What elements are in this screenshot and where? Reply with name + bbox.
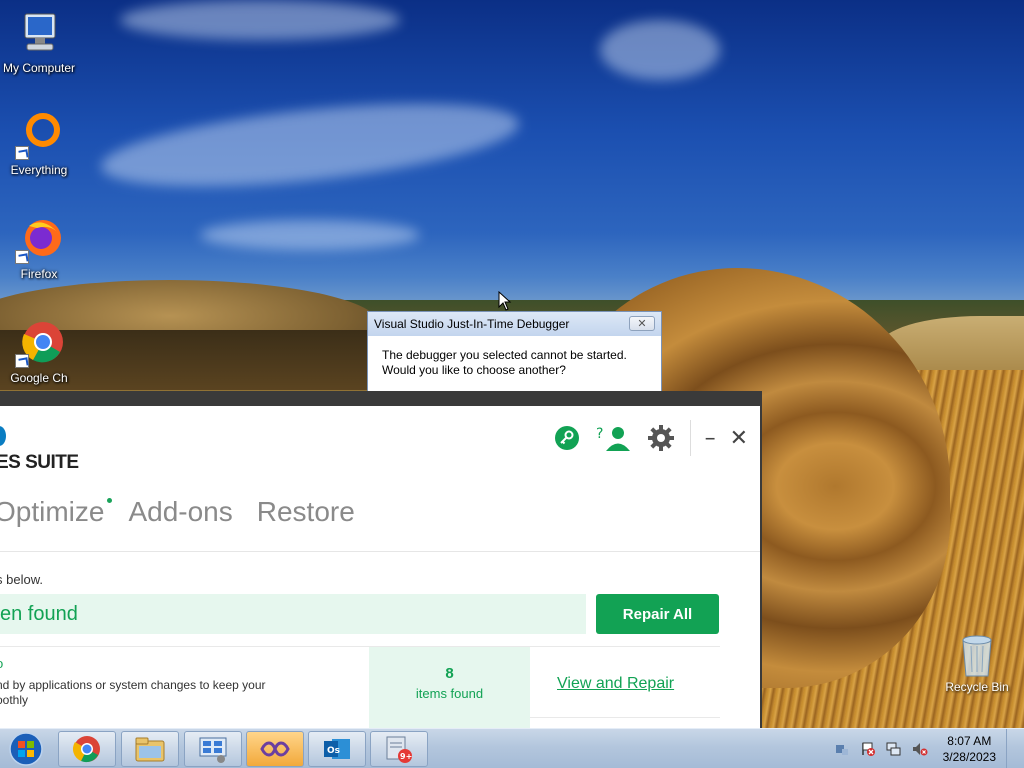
dialog-title: Visual Studio Just-In-Time Debugger: [368, 312, 661, 336]
description-line: oothly: [0, 693, 29, 707]
network-icon[interactable]: [885, 740, 903, 758]
desktop-icon-label: Everything: [10, 163, 68, 177]
visual-studio-icon: [260, 741, 290, 757]
svg-text:?: ?: [596, 426, 603, 442]
firefox-icon: [15, 216, 63, 264]
dialog-close-button[interactable]: ✕: [629, 316, 655, 331]
shortcut-arrow-icon: [15, 354, 29, 368]
windows-logo-icon: [9, 732, 43, 766]
system-clock[interactable]: 8:07 AM 3/28/2023: [943, 733, 996, 765]
start-button[interactable]: [4, 731, 48, 767]
desktop-icon-label: Google Ch: [10, 371, 68, 385]
desktop-icon-my-computer[interactable]: My Computer: [0, 10, 78, 75]
taskbar-chrome[interactable]: [58, 731, 116, 767]
taskbar-utility-app[interactable]: 9+: [370, 731, 428, 767]
tab-restore[interactable]: Restore: [257, 496, 355, 528]
issue-category-title: o: [0, 656, 3, 671]
everything-search-icon: [15, 112, 63, 160]
taskbar-outlook[interactable]: Os: [308, 731, 366, 767]
computer-icon: [15, 10, 63, 58]
tab-optimize[interactable]: Optimize: [0, 496, 113, 528]
scan-subtitle: s below.: [0, 572, 43, 587]
desktop-icon-firefox[interactable]: Firefox: [0, 216, 78, 281]
taskbar-file-explorer[interactable]: [121, 731, 179, 767]
items-found-label: items found: [415, 686, 484, 701]
volume-muted-icon[interactable]: [911, 740, 929, 758]
taskbar-control-panel[interactable]: [184, 731, 242, 767]
recycle-bin-icon: [957, 632, 997, 678]
app-nav: Optimize Add-ons Restore: [0, 496, 379, 528]
clock-time: 8:07 AM: [947, 734, 992, 748]
shortcut-arrow-icon: [15, 250, 29, 264]
gear-icon[interactable]: [646, 423, 676, 453]
control-panel-icon: [199, 737, 227, 763]
items-found-cell: 8 items found: [369, 647, 530, 728]
description-line: nd by applications or system changes to …: [0, 678, 266, 692]
app-logo-text: ES SUITE: [0, 452, 79, 473]
action-center-icon[interactable]: [859, 740, 877, 758]
chrome-icon: [72, 736, 100, 763]
help-user-icon[interactable]: ?: [596, 423, 632, 453]
desktop-icon-label: Firefox: [20, 267, 58, 281]
desktop-icon-label: My Computer: [2, 61, 76, 75]
desktop-icon-google-chrome[interactable]: Google Ch: [0, 320, 78, 385]
taskbar-badge: 9+: [400, 752, 412, 761]
desktop-icon-label: Recycle Bin: [945, 680, 1009, 694]
issues-found-text: en found: [0, 602, 78, 625]
show-desktop-button[interactable]: [1006, 729, 1016, 768]
view-and-repair-link[interactable]: View and Repair: [557, 675, 674, 693]
clock-date: 3/28/2023: [942, 750, 996, 764]
repair-all-button[interactable]: Repair All: [596, 594, 719, 634]
notification-dot: [107, 498, 113, 503]
shortcut-arrow-icon: [15, 146, 29, 160]
dialog-message-line2: Would you like to choose another?: [382, 363, 566, 377]
app-logo-icon: [0, 426, 6, 446]
mouse-cursor-icon: [498, 290, 512, 315]
svg-text:Os: Os: [327, 746, 340, 756]
tab-add-ons[interactable]: Add-ons: [128, 496, 232, 528]
utility-app-window: ES SUITE ? – ✕ Optimize Add-ons Restore …: [0, 391, 762, 728]
desktop-icon-everything[interactable]: Everything: [0, 112, 78, 177]
close-button[interactable]: ✕: [730, 426, 748, 451]
jit-debugger-dialog: Visual Studio Just-In-Time Debugger ✕ Th…: [367, 311, 662, 401]
issue-category-description: nd by applications or system changes to …: [0, 678, 296, 708]
system-tray: 8:07 AM 3/28/2023: [825, 729, 1016, 768]
taskbar-visual-studio[interactable]: [246, 731, 304, 767]
minimize-button[interactable]: –: [705, 426, 716, 451]
desktop-icon-recycle-bin[interactable]: Recycle Bin: [940, 632, 1014, 694]
taskbar: Os 9+ 8:07 AM 3/28/2023: [0, 728, 1024, 768]
file-explorer-icon: [135, 737, 165, 762]
items-found-count: 8: [445, 665, 454, 682]
key-icon[interactable]: [552, 423, 582, 453]
dialog-message-line1: The debugger you selected cannot be star…: [382, 348, 627, 362]
outlook-icon: Os: [324, 739, 350, 759]
network-config-icon[interactable]: [833, 740, 851, 758]
utility-app-icon: 9+: [386, 736, 412, 763]
chrome-icon: [15, 320, 63, 368]
issues-found-banner: en found: [0, 594, 586, 634]
